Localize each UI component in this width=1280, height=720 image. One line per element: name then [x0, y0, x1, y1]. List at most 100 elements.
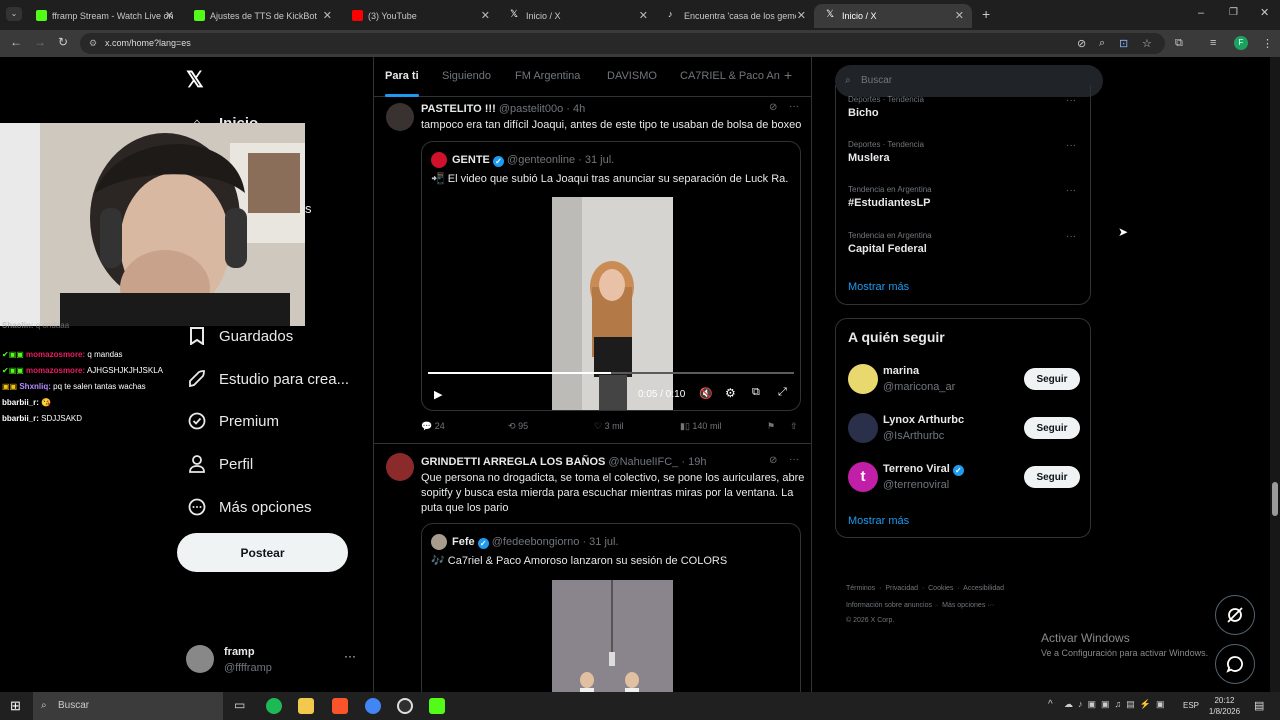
media-icon[interactable]: ≡	[1210, 37, 1216, 49]
more-dots-icon[interactable]: ···	[789, 454, 799, 465]
close-tab-icon[interactable]: ✕	[481, 9, 490, 22]
notifications-icon[interactable]: ▤	[1254, 699, 1264, 712]
more-dots-icon[interactable]: ···	[1066, 95, 1076, 106]
scrollbar-thumb[interactable]	[1272, 482, 1278, 516]
follow-button[interactable]: Seguir	[1024, 466, 1080, 488]
tab-ca7riel[interactable]: CA7RIEL & Paco An	[680, 70, 780, 82]
trend-item[interactable]: Deportes · Tendencia Muslera	[848, 140, 924, 164]
tab-fm-argentina[interactable]: FM Argentina	[515, 70, 580, 82]
pip-icon[interactable]: ⧉	[752, 386, 760, 399]
tweet-author[interactable]: GRINDETTI ARREGLA LOS BAÑOS @NahuelIFC_ …	[421, 456, 706, 468]
profile-avatar[interactable]: F	[1234, 36, 1248, 50]
trend-item[interactable]: Tendencia en Argentina #EstudiantesLP	[848, 185, 932, 209]
more-dots-icon[interactable]: ···	[1066, 231, 1076, 242]
follow-suggestion[interactable]: t Terreno Viral ✓ @terrenoviral Seguir	[836, 457, 1092, 505]
translate-icon[interactable]: ⊡	[1119, 37, 1128, 50]
back-icon[interactable]: ←	[10, 35, 22, 49]
video-progress-track[interactable]	[428, 372, 794, 374]
x-logo-icon[interactable]: 𝕏	[186, 67, 204, 93]
browser-tab-active[interactable]: 𝕏 Inicio / X ✕	[814, 4, 972, 28]
close-tab-icon[interactable]: ✕	[955, 9, 964, 22]
nav-profile[interactable]: Perfil	[187, 446, 253, 482]
video-player[interactable]	[552, 197, 673, 410]
footer-link[interactable]: Accesibilidad	[963, 585, 1004, 592]
taskbar-search[interactable]: ⌕ Buscar	[33, 692, 223, 720]
fullscreen-icon[interactable]: ⤢	[778, 386, 787, 399]
page-scrollbar[interactable]	[1270, 57, 1280, 692]
follow-button[interactable]: Seguir	[1024, 417, 1080, 439]
grok-icon[interactable]: ⊘	[769, 455, 777, 466]
follow-suggestion[interactable]: Lynox Arthurbc @IsArthurbc Seguir	[836, 408, 1092, 456]
nav-creator-studio[interactable]: Estudio para crea...	[187, 361, 349, 397]
reply-button[interactable]: 💬 24	[421, 421, 445, 432]
footer-link[interactable]: Privacidad	[885, 585, 918, 592]
post-button[interactable]: Postear	[177, 533, 348, 572]
obs-icon[interactable]	[397, 698, 413, 714]
account-switcher[interactable]: framp @fffframp ···	[186, 643, 361, 679]
url-bar[interactable]: ⚙ x.com/home?lang=es	[80, 33, 1165, 54]
tab-search-button[interactable]: ⌄	[6, 7, 22, 21]
extensions-icon[interactable]: ⧉	[1175, 37, 1183, 50]
nav-more-options[interactable]: Más opciones	[187, 489, 312, 525]
quoted-tweet[interactable]: Fefe ✓ @fedeebongiorno · 31 jul. 🎶 Ca7ri…	[421, 523, 801, 692]
bookmark-star-icon[interactable]: ☆	[1142, 37, 1152, 50]
new-tab-icon[interactable]: +	[982, 6, 990, 22]
site-info-icon[interactable]: ⚙	[89, 33, 97, 54]
tray-chevron-icon[interactable]: ^	[1048, 699, 1053, 710]
minimize-icon[interactable]: –	[1198, 7, 1204, 19]
browser-tab[interactable]: Ajustes de TTS de KickBot ✕	[182, 4, 340, 28]
task-view-icon[interactable]: ▭	[234, 698, 245, 712]
close-tab-icon[interactable]: ✕	[639, 9, 648, 22]
brave-icon[interactable]	[332, 698, 348, 714]
grok-button[interactable]	[1215, 595, 1255, 635]
close-tab-icon[interactable]: ✕	[797, 9, 806, 22]
file-explorer-icon[interactable]	[298, 698, 314, 714]
menu-kebab-icon[interactable]: ⋮	[1262, 37, 1273, 50]
like-button[interactable]: ♡ 3 mil	[594, 421, 624, 432]
share-icon[interactable]: ⇧	[790, 421, 798, 432]
kick-icon[interactable]	[429, 698, 445, 714]
tab-davismo[interactable]: DAVISMO	[607, 70, 657, 82]
grok-icon[interactable]: ⊘	[769, 102, 777, 113]
close-tab-icon[interactable]: ✕	[323, 9, 332, 22]
close-tab-icon[interactable]: ✕	[165, 9, 174, 22]
settings-icon[interactable]: ⚙	[725, 386, 736, 400]
quoted-tweet[interactable]: GENTE ✓ @genteonline · 31 jul. 📲 El vide…	[421, 141, 801, 411]
tab-for-you[interactable]: Para ti	[385, 70, 419, 97]
more-dots-icon[interactable]: ···	[344, 649, 356, 663]
tweet[interactable]: PASTELITO !!! @pastelit00o · 4h ⊘ ··· ta…	[374, 97, 811, 444]
repost-button[interactable]: ⟲ 95	[508, 421, 528, 432]
browser-tab[interactable]: (3) YouTube ✕	[340, 4, 498, 28]
add-tab-icon[interactable]: +	[784, 67, 792, 83]
maximize-icon[interactable]: ❐	[1229, 7, 1238, 18]
follow-suggestion[interactable]: marina @maricona_ar Seguir	[836, 359, 1092, 407]
show-more-link[interactable]: Mostrar más	[848, 281, 909, 293]
clock[interactable]: 20:12 1/8/2026	[1207, 696, 1242, 716]
mute-icon[interactable]: 🔇	[699, 387, 713, 400]
browser-tab[interactable]: fframp Stream - Watch Live on ✕	[24, 4, 182, 28]
footer-link[interactable]: Más opciones ···	[942, 602, 994, 609]
messages-button[interactable]	[1215, 644, 1255, 684]
chrome-icon[interactable]	[365, 698, 381, 714]
close-window-icon[interactable]: ✕	[1260, 6, 1269, 19]
tab-following[interactable]: Siguiendo	[442, 70, 491, 82]
trend-item[interactable]: Tendencia en Argentina Capital Federal	[848, 231, 932, 255]
trend-item[interactable]: Deportes · Tendencia Bicho	[848, 95, 924, 119]
footer-link[interactable]: Cookies	[928, 585, 953, 592]
more-dots-icon[interactable]: ···	[1066, 140, 1076, 151]
tray-icons[interactable]: ☁♪▣▣♫▤⚡▣	[1064, 699, 1169, 710]
eye-off-icon[interactable]: ⊘	[1077, 37, 1086, 50]
play-icon[interactable]: ▶	[434, 388, 442, 401]
browser-tab[interactable]: ♪ Encuentra 'casa de los gemelos ✕	[656, 4, 814, 28]
video-player[interactable]	[552, 580, 673, 692]
more-dots-icon[interactable]: ···	[789, 101, 799, 112]
tweet[interactable]: GRINDETTI ARREGLA LOS BAÑOS @NahuelIFC_ …	[374, 445, 811, 692]
reload-icon[interactable]: ↻	[58, 35, 68, 49]
forward-icon[interactable]: →	[34, 35, 46, 49]
views-button[interactable]: ▮▯ 140 mil	[680, 421, 721, 432]
tweet-author[interactable]: PASTELITO !!! @pastelit00o · 4h	[421, 103, 585, 115]
avatar[interactable]	[386, 103, 414, 131]
windows-start-icon[interactable]: ⊞	[10, 698, 21, 714]
zoom-icon[interactable]: ⌕	[1099, 37, 1105, 50]
show-more-link[interactable]: Mostrar más	[848, 515, 909, 527]
